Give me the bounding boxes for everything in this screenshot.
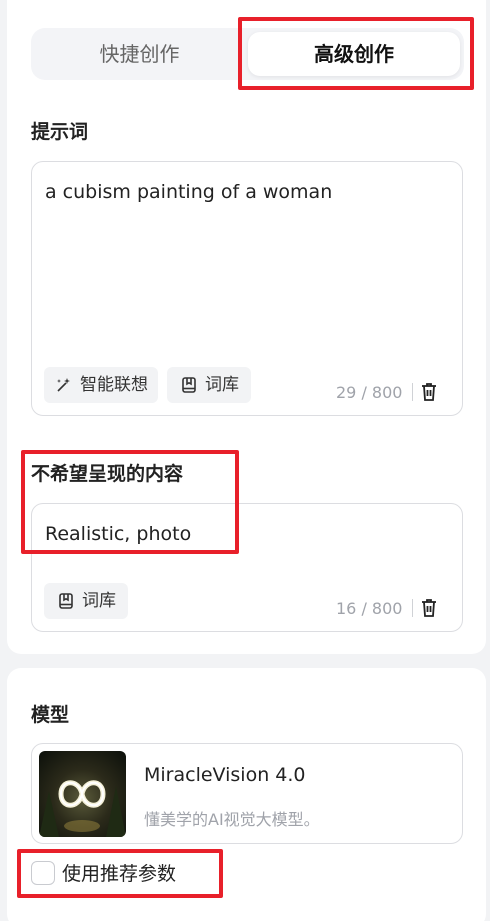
divider: [412, 383, 413, 401]
recommend-params-checkbox[interactable]: [31, 861, 55, 885]
model-name: MiracleVision 4.0: [144, 764, 306, 786]
trash-icon[interactable]: [419, 381, 439, 403]
infinity-logo-image: [39, 780, 126, 837]
prompt-title: 提示词: [31, 121, 89, 143]
prompt-library-button[interactable]: 词库: [167, 367, 251, 403]
negative-library-button[interactable]: 词库: [44, 583, 128, 619]
tab-quick-create[interactable]: 快捷创作: [31, 28, 248, 80]
model-description: 懂美学的AI视觉大模型。: [144, 810, 320, 829]
recommend-params-label[interactable]: 使用推荐参数: [62, 859, 176, 886]
smart-suggest-button[interactable]: 智能联想: [44, 367, 158, 403]
divider: [412, 599, 413, 617]
negative-prompt-title: 不希望呈现的内容: [31, 463, 184, 485]
magic-wand-icon: [57, 378, 70, 392]
negative-library-label: 词库: [82, 591, 116, 611]
smart-suggest-label: 智能联想: [80, 375, 148, 395]
book-icon: [182, 377, 196, 393]
model-selector[interactable]: MiracleVision 4.0 懂美学的AI视觉大模型。: [31, 743, 463, 844]
mode-switch: 快捷创作 高级创作: [31, 28, 464, 80]
tab-advanced-create[interactable]: 高级创作: [248, 32, 460, 76]
negative-char-counter: 16 / 800: [336, 599, 403, 618]
prompt-text: a cubism painting of a woman: [45, 181, 333, 203]
trash-icon[interactable]: [419, 597, 439, 619]
book-icon: [59, 593, 73, 609]
model-thumbnail: [39, 751, 126, 837]
prompt-char-counter: 29 / 800: [336, 383, 403, 402]
negative-prompt-text: Realistic, photo: [45, 523, 192, 545]
model-title: 模型: [31, 704, 70, 726]
prompt-library-label: 词库: [205, 375, 239, 395]
